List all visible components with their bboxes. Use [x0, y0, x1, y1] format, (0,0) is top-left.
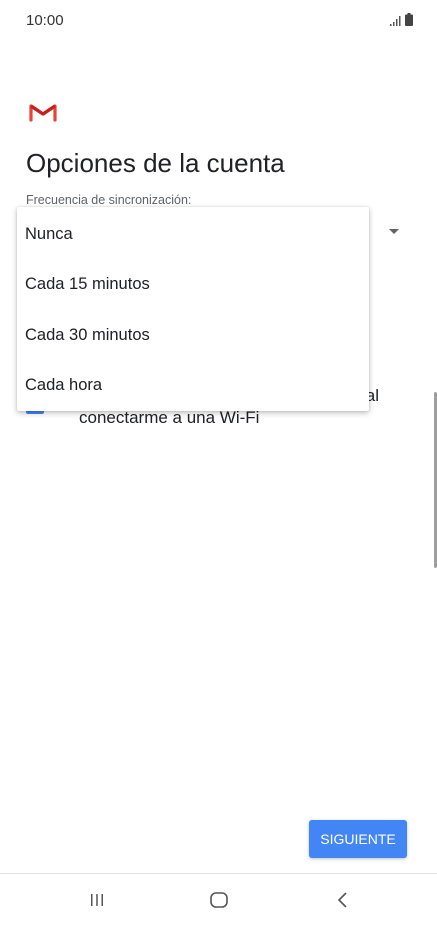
- sync-frequency-label: Frecuencia de sincronización:: [26, 193, 192, 207]
- battery-icon: [405, 13, 413, 26]
- wifi-option-label-line2: conectarme a una Wi-Fi: [79, 408, 260, 427]
- menu-item-never[interactable]: Nunca: [25, 225, 73, 244]
- home-icon: [210, 891, 228, 908]
- sync-frequency-dropdown: Nunca Cada 15 minutos Cada 30 minutos Ca…: [17, 207, 369, 411]
- status-time: 10:00: [26, 12, 64, 29]
- menu-item-hourly[interactable]: Cada hora: [25, 376, 102, 395]
- signal-icon: [390, 16, 401, 26]
- recent-apps-icon: [91, 893, 103, 906]
- navigation-bar: [0, 873, 437, 925]
- menu-item-15-minutes[interactable]: Cada 15 minutos: [25, 275, 150, 294]
- gmail-logo-icon: [29, 104, 57, 122]
- back-button[interactable]: [313, 874, 373, 925]
- back-icon: [337, 891, 347, 908]
- status-bar: 10:00: [0, 0, 437, 44]
- status-icons: [390, 13, 413, 26]
- dropdown-arrow-icon[interactable]: [389, 229, 399, 234]
- recent-apps-button[interactable]: [67, 874, 127, 925]
- home-button[interactable]: [189, 874, 249, 925]
- page-title: Opciones de la cuenta: [26, 148, 285, 178]
- next-button[interactable]: SIGUIENTE: [309, 820, 407, 858]
- menu-item-30-minutes[interactable]: Cada 30 minutos: [25, 326, 150, 345]
